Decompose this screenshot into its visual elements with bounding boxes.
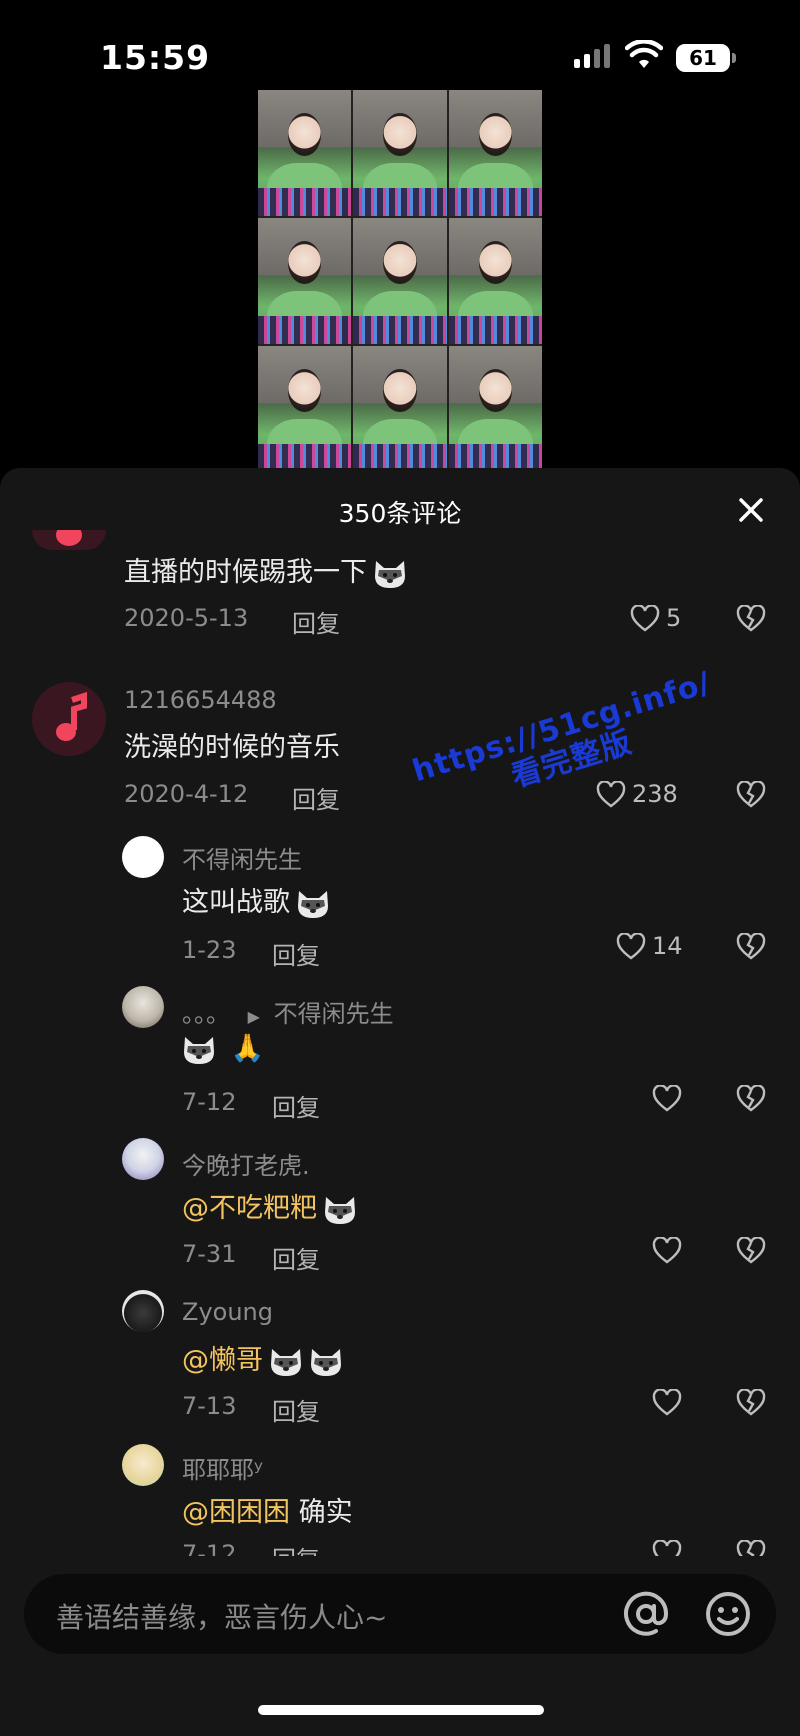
music-note-icon [56, 691, 87, 741]
avatar[interactable] [122, 836, 164, 878]
heart-outline-icon [630, 604, 660, 631]
reply-date: 7-13 [182, 1392, 237, 1420]
reply-date: 7-31 [182, 1240, 237, 1268]
at-icon[interactable] [622, 1590, 670, 1638]
reply-button[interactable]: 回复 [272, 1392, 320, 1427]
broken-heart-icon[interactable] [736, 781, 766, 808]
avatar[interactable] [122, 986, 164, 1028]
reply-date: 7-12 [182, 1088, 237, 1116]
reply-button[interactable]: 回复 [292, 780, 340, 815]
husky-emoji-icon [311, 1348, 341, 1376]
smiley-icon[interactable] [704, 1590, 752, 1638]
comment-text: 洗澡的时候的音乐 [124, 732, 340, 763]
heart-outline-icon[interactable] [652, 1085, 682, 1112]
like-count: 238 [632, 780, 678, 808]
like-button[interactable]: 238 [596, 780, 678, 808]
battery-indicator: 61 [676, 44, 736, 72]
like-count: 14 [652, 932, 683, 960]
broken-heart-icon[interactable] [736, 1389, 766, 1416]
heart-outline-icon [616, 932, 646, 959]
reply-text: @懒哥 [182, 1338, 343, 1377]
reply-username[interactable]: 今晚打老虎. [182, 1146, 310, 1181]
reply-username[interactable]: 。。。 ▶ 不得闲先生 [182, 994, 394, 1029]
avatar[interactable] [122, 1138, 164, 1180]
comment-date: 2020-5-13 [124, 604, 249, 632]
reply-button[interactable]: 回复 [272, 936, 320, 971]
video-frame-tile [258, 218, 352, 344]
reply-text: @困困困 确实 [182, 1497, 353, 1528]
home-indicator[interactable] [258, 1705, 544, 1715]
reply-text: 这叫战歌 [182, 880, 330, 919]
reply-button[interactable]: 回复 [272, 1240, 320, 1275]
broken-heart-icon[interactable] [736, 605, 766, 632]
like-count: 5 [666, 604, 682, 632]
video-frame-tile [448, 90, 542, 216]
mention-link[interactable]: @懒哥 [182, 1345, 263, 1376]
mention-link[interactable]: @不吃粑粑 [182, 1193, 317, 1224]
reply-username[interactable]: 耶耶耶ʸ [182, 1450, 263, 1485]
broken-heart-icon[interactable] [736, 933, 766, 960]
comments-count-title: 350条评论 [338, 499, 462, 528]
avatar[interactable] [32, 682, 106, 756]
reply-text: 🙏 [182, 1032, 264, 1065]
like-button[interactable]: 14 [616, 932, 683, 960]
comment-input-placeholder: 善语结善缘，恶言伤人心~ [56, 1601, 388, 1634]
avatar[interactable] [122, 1290, 164, 1332]
broken-heart-icon[interactable] [736, 1237, 766, 1264]
comment-username[interactable]: 1216654488 [124, 686, 277, 714]
heart-outline-icon [596, 780, 626, 807]
reply-button[interactable]: 回复 [272, 1088, 320, 1123]
reply-username[interactable]: 不得闲先生 [182, 840, 302, 875]
close-icon[interactable] [735, 494, 767, 526]
reply-text: @不吃粑粑 [182, 1186, 357, 1225]
reply-arrow-icon: ▶ [247, 1007, 260, 1026]
video-frame-tile [353, 90, 447, 216]
husky-emoji-icon [325, 1196, 355, 1224]
like-button[interactable]: 5 [630, 604, 681, 632]
husky-emoji-icon [375, 560, 405, 588]
video-frame-tile [353, 346, 447, 472]
status-time: 15:59 [100, 38, 211, 77]
comment-date: 2020-4-12 [124, 780, 249, 808]
mention-link[interactable]: @困困困 [182, 1497, 290, 1528]
avatar[interactable] [122, 1444, 164, 1486]
heart-outline-icon[interactable] [652, 1237, 682, 1264]
husky-emoji-icon [184, 1036, 214, 1064]
reply-username[interactable]: Zyoung [182, 1298, 273, 1326]
reply-button[interactable]: 回复 [292, 604, 340, 639]
video-frame-tile [448, 346, 542, 472]
reply-target-username[interactable]: 不得闲先生 [274, 1000, 394, 1028]
video-frame-tile [258, 90, 352, 216]
reply-date: 1-23 [182, 936, 237, 964]
heart-outline-icon[interactable] [652, 1389, 682, 1416]
husky-emoji-icon [271, 1348, 301, 1376]
cellular-signal-icon [574, 44, 610, 68]
broken-heart-icon[interactable] [736, 1085, 766, 1112]
video-frame-tile [448, 218, 542, 344]
avatar[interactable] [32, 530, 106, 550]
husky-emoji-icon [298, 890, 328, 918]
video-frame-tile [353, 218, 447, 344]
video-frame-tile [258, 346, 352, 472]
comment-text: 直播的时候踢我一下 [124, 550, 407, 589]
wifi-icon [625, 40, 663, 68]
video-preview[interactable] [258, 90, 542, 472]
